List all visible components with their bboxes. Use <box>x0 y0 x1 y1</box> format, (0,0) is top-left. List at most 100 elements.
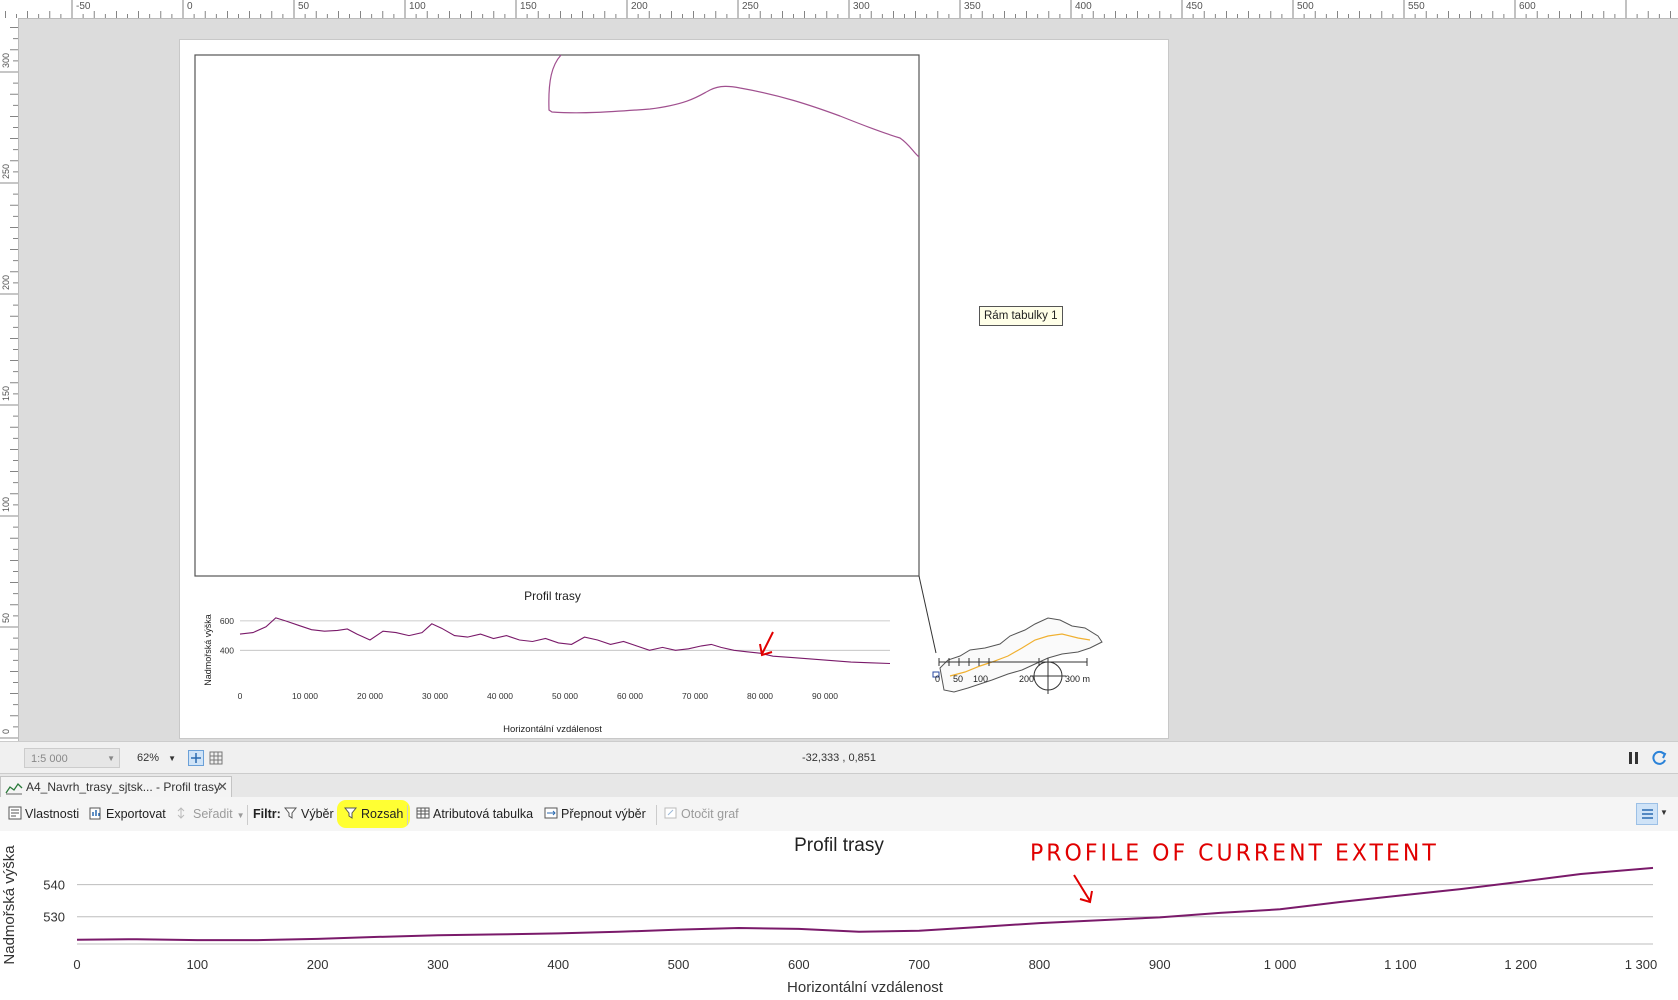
mini-x-tick: 10 000 <box>292 691 318 701</box>
scale-tick-300: 300 m <box>1065 674 1091 684</box>
ruler-label: 250 <box>742 1 759 12</box>
x-tick-label: 0 <box>73 957 80 972</box>
properties-button[interactable]: Vlastnosti <box>8 803 79 825</box>
pause-icon[interactable] <box>1628 750 1640 766</box>
switch-selection-label: Přepnout výběr <box>561 807 646 821</box>
layout-profile-chart[interactable]: Profil trasy Nadmořská výška Horizontáln… <box>195 585 910 735</box>
filter-extent-label: Rozsah <box>361 807 404 821</box>
chart-tab-icon <box>5 782 23 795</box>
filter-extent-button[interactable]: Rozsah <box>340 803 408 825</box>
chart-toolbar: Vlastnosti Exportovat Seřadit ▼ Filtr: Vý… <box>0 797 1678 832</box>
status-bar: 1:5 000 ▼ 62% ▼ -32,333 , 0,851 <box>0 741 1678 774</box>
properties-label: Vlastnosti <box>25 807 80 821</box>
scale-tick-100: 100 <box>973 674 989 684</box>
ruler-label: 50 <box>1 613 11 623</box>
toolbar-divider <box>247 805 248 825</box>
table-icon <box>416 807 430 819</box>
sort-label: Seřadit <box>193 807 233 821</box>
mini-x-tick: 80 000 <box>747 691 773 701</box>
mini-x-tick: 50 000 <box>552 691 578 701</box>
toolbar-divider <box>656 805 657 825</box>
x-axis-label: Horizontální vzdálenost <box>787 979 944 996</box>
x-tick-label: 1 100 <box>1384 957 1417 972</box>
ruler-label: 150 <box>520 1 537 12</box>
scale-tick-200: 200 <box>1019 674 1035 684</box>
ruler-label: 0 <box>187 1 193 12</box>
export-label: Exportovat <box>106 807 166 821</box>
y-tick-label: 540 <box>43 878 65 893</box>
ruler-label: 200 <box>631 1 648 12</box>
rotate-chart-label: Otočit graf <box>681 807 739 821</box>
x-tick-label: 900 <box>1149 957 1171 972</box>
layout-chart-plot: 400 600 0 10 000 20 000 30 000 40 000 50 000 60 … <box>220 616 891 701</box>
ruler-label: 300 <box>853 1 870 12</box>
scale-tick-0: 0 <box>935 674 941 684</box>
mini-x-tick: 20 000 <box>357 691 383 701</box>
table-frame-label[interactable]: Rám tabulky 1 <box>979 306 1063 326</box>
x-tick-label: 1 200 <box>1504 957 1537 972</box>
mini-profile-line <box>239 617 891 665</box>
properties-icon <box>8 806 22 820</box>
scale-bar[interactable]: 0 50 100 200 300 m <box>935 656 1125 696</box>
ruler-label: -50 <box>76 1 91 12</box>
coordinate-readout: -32,333 , 0,851 <box>801 752 876 764</box>
sort-button[interactable]: Seřadit ▼ <box>176 803 245 825</box>
x-tick-label: 400 <box>547 957 569 972</box>
y-axis-label: Nadmořská výška <box>1 845 18 965</box>
mini-x-tick: 60 000 <box>617 691 643 701</box>
switch-selection-button[interactable]: Přepnout výběr <box>544 803 646 825</box>
map-frame[interactable] <box>194 54 920 577</box>
ruler-label: 250 <box>1 164 11 179</box>
horizontal-ruler-ticks: -50 0 50 100 150 200 250 300 350 400 450 500 550 600 <box>5 0 1671 18</box>
attribute-table-button[interactable]: Atributová tabulka <box>416 803 533 825</box>
ruler-label: 550 <box>1408 1 1425 12</box>
x-tick-label: 800 <box>1029 957 1051 972</box>
mini-x-tick: 30 000 <box>422 691 448 701</box>
layout-page[interactable]: Rám tabulky 1 Profil trasy Nadmořská výš… <box>179 39 1169 739</box>
x-tick-label: 1 000 <box>1264 957 1297 972</box>
profile-chart-panel[interactable]: Profil trasy 530 540 0 100 200 300 400 500 600 700… <box>0 831 1678 1000</box>
filter-selection-icon <box>284 807 298 819</box>
annotation-arrow-current <box>1073 874 1093 904</box>
export-button[interactable]: Exportovat <box>89 803 166 825</box>
ruler-label: 100 <box>1 497 11 512</box>
ruler-label: 100 <box>409 1 426 12</box>
rotate-chart-button[interactable]: Otočit graf <box>664 803 739 825</box>
ruler-label: 400 <box>1075 1 1092 12</box>
x-tick-label: 200 <box>307 957 329 972</box>
vertical-ruler: 300 250 200 150 100 50 0 <box>0 18 19 741</box>
filter-label: Filtr: <box>253 807 281 821</box>
sort-icon <box>177 807 185 819</box>
x-tick-label: 600 <box>788 957 810 972</box>
mini-y-tick: 400 <box>220 645 234 655</box>
chevron-down-icon: ▼ <box>236 811 245 820</box>
refresh-icon[interactable] <box>1650 749 1668 767</box>
pane-tab-bar: A4_Navrh_trasy_sjtsk... - Profil trasy ✕ <box>0 773 1678 798</box>
filter-extent-icon <box>344 807 358 819</box>
layout-chart-xlabel: Horizontální vzdálenost <box>503 724 602 735</box>
ruler-label: 600 <box>1519 1 1536 12</box>
x-tick-label: 1 300 <box>1625 957 1658 972</box>
mini-x-tick: 90 000 <box>812 691 838 701</box>
ruler-label: 450 <box>1186 1 1203 12</box>
ruler-label: 150 <box>1 386 11 401</box>
tab-profil-trasy[interactable]: A4_Navrh_trasy_sjtsk... - Profil trasy ✕ <box>0 776 232 798</box>
filter-selection-label: Výběr <box>301 807 334 821</box>
annotation-current-extent: PROFILE OF CURRENT EXTENT <box>1030 840 1439 867</box>
close-icon[interactable]: ✕ <box>217 777 228 797</box>
scale-bar-ticks <box>938 658 1088 666</box>
filter-selection-button[interactable]: Výběr <box>284 803 334 825</box>
horizontal-ruler: -50 0 50 100 150 200 250 300 350 400 450 500 550 600 <box>0 0 1678 19</box>
mini-x-tick: 70 000 <box>682 691 708 701</box>
mini-x-tick: 40 000 <box>487 691 513 701</box>
attribute-table-label: Atributová tabulka <box>433 807 534 821</box>
ruler-label: 500 <box>1297 1 1314 12</box>
legend-toggle-icon[interactable] <box>1636 803 1658 825</box>
ruler-label: 50 <box>298 1 310 12</box>
ruler-label: 300 <box>1 53 11 68</box>
vertical-ruler-ticks: 300 250 200 150 100 50 0 <box>0 27 18 739</box>
x-tick-label: 500 <box>668 957 690 972</box>
switch-selection-icon <box>544 807 558 819</box>
chevron-down-icon[interactable]: ▼ <box>1660 808 1668 817</box>
x-tick-label: 300 <box>427 957 449 972</box>
